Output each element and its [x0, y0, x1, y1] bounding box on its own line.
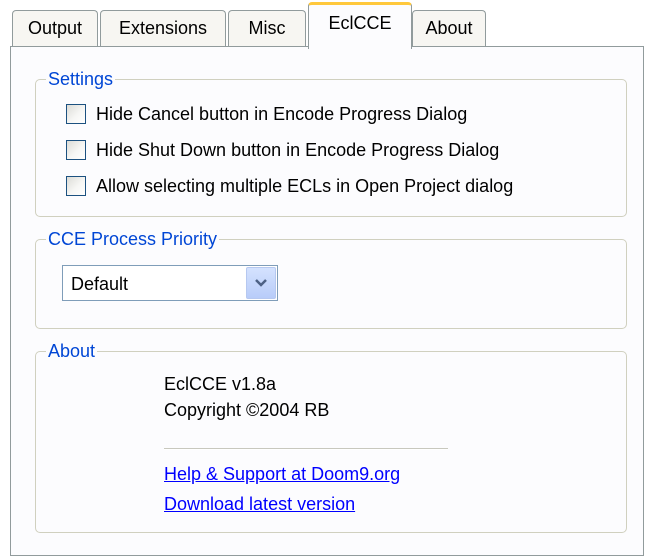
chevron-down-icon — [255, 279, 267, 287]
hide-cancel-label: Hide Cancel button in Encode Progress Di… — [96, 103, 468, 124]
hide-shutdown-option[interactable]: Hide Shut Down button in Encode Progress… — [66, 138, 499, 162]
hide-shutdown-checkbox[interactable] — [66, 140, 86, 160]
tab-strip: Output Extensions Misc EclCCE About — [0, 0, 654, 49]
multi-ecl-checkbox[interactable] — [66, 176, 86, 196]
about-group: About EclCCE v1.8a Copyright ©2004 RB He… — [35, 339, 627, 533]
version-text: EclCCE v1.8a — [164, 374, 277, 394]
about-legend: About — [46, 339, 98, 363]
tab-output[interactable]: Output — [12, 10, 98, 48]
hide-cancel-option[interactable]: Hide Cancel button in Encode Progress Di… — [66, 102, 467, 126]
tab-eclcce[interactable]: EclCCE — [308, 2, 412, 49]
dropdown-button[interactable] — [246, 267, 276, 299]
copyright-text: Copyright ©2004 RB — [164, 400, 330, 420]
help-support-link[interactable]: Help & Support at Doom9.org — [164, 462, 400, 486]
tab-about[interactable]: About — [412, 10, 486, 48]
multi-ecl-option[interactable]: Allow selecting multiple ECLs in Open Pr… — [66, 174, 513, 198]
hide-cancel-checkbox[interactable] — [66, 104, 86, 124]
priority-selected-value: Default — [71, 274, 129, 294]
priority-select[interactable]: Default — [62, 265, 278, 301]
multi-ecl-label: Allow selecting multiple ECLs in Open Pr… — [96, 175, 514, 196]
about-divider — [164, 448, 448, 450]
settings-group: Settings Hide Cancel button in Encode Pr… — [35, 67, 627, 217]
tab-extensions[interactable]: Extensions — [100, 10, 226, 48]
settings-legend: Settings — [46, 67, 116, 91]
download-latest-link[interactable]: Download latest version — [164, 492, 355, 516]
tab-misc[interactable]: Misc — [228, 10, 306, 48]
tab-panel-eclcce: Settings Hide Cancel button in Encode Pr… — [10, 46, 644, 556]
hide-shutdown-label: Hide Shut Down button in Encode Progress… — [96, 139, 500, 160]
priority-group: CCE Process Priority Default — [35, 227, 627, 329]
priority-legend: CCE Process Priority — [46, 227, 220, 251]
